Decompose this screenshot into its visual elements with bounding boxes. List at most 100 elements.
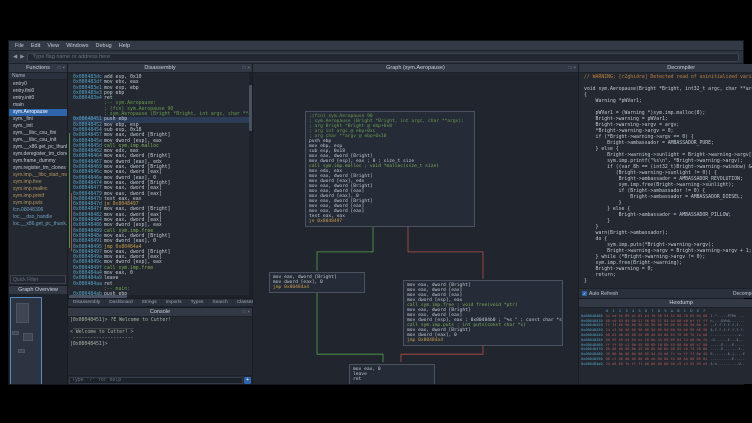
- overview-node: [16, 303, 29, 323]
- menu-item[interactable]: Edit: [31, 43, 40, 49]
- graph-node-true-branch[interactable]: mov eax, dword [Bright]mov dword [eax], …: [269, 272, 365, 293]
- function-item[interactable]: main: [9, 102, 67, 109]
- graph-overview-title: Graph Overview: [18, 287, 58, 293]
- disassembly-scrollbar[interactable]: [249, 73, 252, 295]
- function-item[interactable]: sym.register_tm_clones: [9, 165, 67, 172]
- right-column: Decompiler □ × // WARNING: [r2ghidra] De…: [579, 64, 752, 384]
- functions-title: Functions: [26, 65, 50, 71]
- hexdump-row[interactable]: 0x080484a0 24 e8 68 fe ff ff b8 00 00 00…: [581, 362, 752, 367]
- graph-overview-panel: Graph Overview: [9, 286, 67, 384]
- dock-tab[interactable]: Disassembly: [69, 299, 104, 306]
- graph-titlebar[interactable]: Graph (sym.Aeropause) □ ×: [253, 64, 578, 73]
- dock-tab[interactable]: Search: [208, 299, 231, 306]
- graph-overview-canvas[interactable]: [9, 295, 67, 384]
- hexdump-panel: Hexdump □ × 0 1 2 3 4 5 6 7 8 9 A B C D …: [579, 299, 752, 384]
- graph-node-line: jmp 0x80484a4: [273, 285, 361, 290]
- functions-list: entry0entry.fini0entry.init0mainsym.Aero…: [9, 80, 67, 274]
- undock-icon[interactable]: □: [243, 310, 246, 315]
- decompiler-code: // WARNING: [r2ghidra] Detected read of …: [579, 73, 752, 288]
- hexdump-titlebar[interactable]: Hexdump □ ×: [579, 299, 752, 308]
- close-icon[interactable]: ×: [573, 66, 576, 71]
- function-item[interactable]: sym.__x86.get_pc_thunk.bx: [9, 144, 67, 151]
- forward-icon[interactable]: ▶: [20, 53, 24, 62]
- functions-panel: Functions □ × Name entry0entry.fini0entr…: [9, 64, 67, 285]
- function-item[interactable]: sym.imp.free: [9, 179, 67, 186]
- close-icon[interactable]: ×: [62, 66, 65, 71]
- menu-item[interactable]: Debug: [96, 43, 112, 49]
- dock-tab[interactable]: Types: [187, 299, 208, 306]
- function-item[interactable]: sym.imp.malloc: [9, 186, 67, 193]
- graph-node-false-branch[interactable]: mov eax, dword [Bright]mov eax, dword [e…: [403, 280, 563, 346]
- menu-item[interactable]: Windows: [66, 43, 88, 49]
- decompiler-line[interactable]: }: [584, 279, 752, 285]
- function-item[interactable]: sym.frame_dummy: [9, 158, 67, 165]
- function-item[interactable]: sym._init: [9, 123, 67, 130]
- decompiler-titlebar[interactable]: Decompiler □ ×: [579, 64, 752, 73]
- jump-arrow: [69, 133, 70, 248]
- auto-refresh-checkbox[interactable]: ✓: [582, 291, 587, 296]
- menu-item[interactable]: View: [47, 43, 59, 49]
- disassembly-hscrollbar[interactable]: [68, 295, 252, 298]
- function-item[interactable]: fcn.08048306: [9, 207, 67, 214]
- close-icon[interactable]: ×: [247, 310, 250, 315]
- overview-node: [12, 331, 19, 335]
- search-input[interactable]: [27, 53, 739, 62]
- function-item[interactable]: entry.fini0: [9, 88, 67, 95]
- dock-tab[interactable]: Dashboard: [105, 299, 136, 306]
- disassembly-panel: Disassembly □ × 0: [68, 64, 252, 298]
- quick-filter-input[interactable]: [10, 275, 66, 284]
- undock-icon[interactable]: □: [58, 66, 61, 71]
- console-output: [0x08048451]> ?E Welcome to Cutter! ____…: [68, 317, 252, 375]
- decompiler-line[interactable]: void sym.Aeropause(Bright *Bright, int32…: [584, 87, 752, 93]
- functions-column-header[interactable]: Name: [9, 73, 67, 80]
- function-item[interactable]: entry.init0: [9, 95, 67, 102]
- jump-arrow: [71, 193, 72, 251]
- decompiler-toolbar: ✓ Auto Refresh Decompiler pdc ▾: [579, 288, 752, 298]
- close-icon[interactable]: ×: [247, 66, 250, 71]
- dock-tab[interactable]: Strings: [138, 299, 161, 306]
- menu-item[interactable]: File: [15, 43, 24, 49]
- console-title: Console: [150, 309, 170, 315]
- function-item[interactable]: sym._fini: [9, 116, 67, 123]
- function-item[interactable]: sym.imp.printf: [9, 193, 67, 200]
- function-item[interactable]: loc.__x86.get_pc_thunk.ax: [9, 221, 67, 228]
- function-item[interactable]: sym.imp.__libc_start_main: [9, 172, 67, 179]
- console-input[interactable]: [69, 377, 243, 384]
- functions-panel-titlebar[interactable]: Functions □ ×: [9, 64, 67, 73]
- function-item[interactable]: sym.imp.puts: [9, 200, 67, 207]
- overview-node: [23, 333, 33, 341]
- disassembly-titlebar[interactable]: Disassembly □ ×: [68, 64, 252, 73]
- console-titlebar[interactable]: Console □ ×: [68, 308, 252, 317]
- hex-offset: 0x080484a0: [581, 362, 603, 367]
- function-item[interactable]: sym.Aeropause: [9, 109, 67, 116]
- left-column: Functions □ × Name entry0entry.fini0entr…: [9, 64, 67, 384]
- decompiler-line[interactable]: // WARNING: [r2ghidra] Detected read of …: [584, 75, 752, 81]
- dock-tab[interactable]: Imports: [162, 299, 186, 306]
- menu-bar: File Edit View Windows Debug Help: [9, 41, 743, 51]
- undock-icon[interactable]: □: [569, 66, 572, 71]
- hex-ascii: $.h..........U..: [710, 362, 745, 367]
- bottom-dock-tabs: DisassemblyDashboardStringsImportsTypesS…: [68, 299, 252, 307]
- function-item[interactable]: loc.__dso_handle: [9, 214, 67, 221]
- graph-node-line: ret: [353, 377, 431, 382]
- auto-refresh-label: Auto Refresh: [589, 291, 618, 297]
- undock-icon[interactable]: □: [243, 66, 246, 71]
- menu-item[interactable]: Help: [119, 43, 130, 49]
- graph-node-entry[interactable]: ;(fcn) sym.Aeropause 90; sym.Aeropause (…: [305, 111, 475, 227]
- console-panel: Console □ × [0x08048451]> ?E Welcome to …: [68, 308, 252, 384]
- console-input-row: +: [68, 375, 252, 384]
- graph-panel: Graph (sym.Aeropause) □ ×: [253, 64, 578, 384]
- graph-overview-titlebar[interactable]: Graph Overview: [9, 286, 67, 295]
- function-item[interactable]: sym.deregister_tm_clones: [9, 151, 67, 158]
- console-expand-button[interactable]: +: [244, 377, 251, 384]
- function-item[interactable]: entry0: [9, 81, 67, 88]
- back-icon[interactable]: ◀: [13, 53, 17, 62]
- function-item[interactable]: sym.__libc_csu_init: [9, 137, 67, 144]
- decompiler-panel: Decompiler □ × // WARNING: [r2ghidra] De…: [579, 64, 752, 298]
- decompiler-selector-label: Decompiler: [733, 291, 752, 297]
- toolbar: ◀ ▶: [9, 51, 743, 64]
- graph-node-exit[interactable]: mov eax, 0leaveret: [349, 364, 435, 384]
- graph-canvas[interactable]: ;(fcn) sym.Aeropause 90; sym.Aeropause (…: [253, 73, 578, 384]
- function-item[interactable]: sym.__libc_csu_fini: [9, 130, 67, 137]
- disassembly-column: Disassembly □ × 0: [68, 64, 252, 384]
